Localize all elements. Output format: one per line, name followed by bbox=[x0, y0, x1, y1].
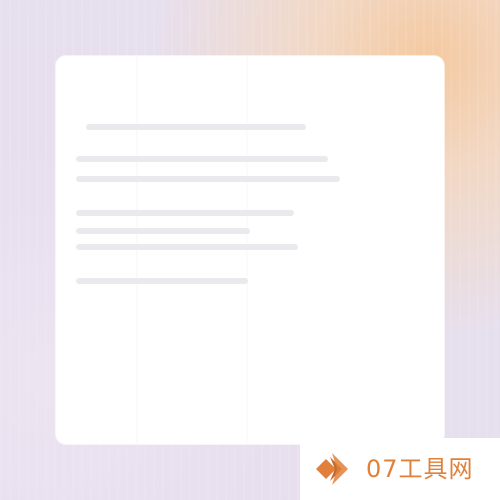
chevron-diamond-logo-icon bbox=[316, 453, 348, 485]
site-watermark: 07工具网 bbox=[300, 438, 500, 500]
placeholder-text-line bbox=[76, 228, 250, 234]
placeholder-text-line bbox=[86, 124, 306, 130]
placeholder-text-line bbox=[76, 176, 340, 182]
card-overlay bbox=[56, 56, 444, 444]
placeholder-text-line bbox=[76, 156, 328, 162]
content-card bbox=[56, 56, 444, 444]
placeholder-text-line bbox=[76, 210, 294, 216]
placeholder-text-line bbox=[76, 244, 298, 250]
watermark-text: 07工具网 bbox=[366, 455, 474, 483]
placeholder-text-line bbox=[76, 278, 248, 284]
